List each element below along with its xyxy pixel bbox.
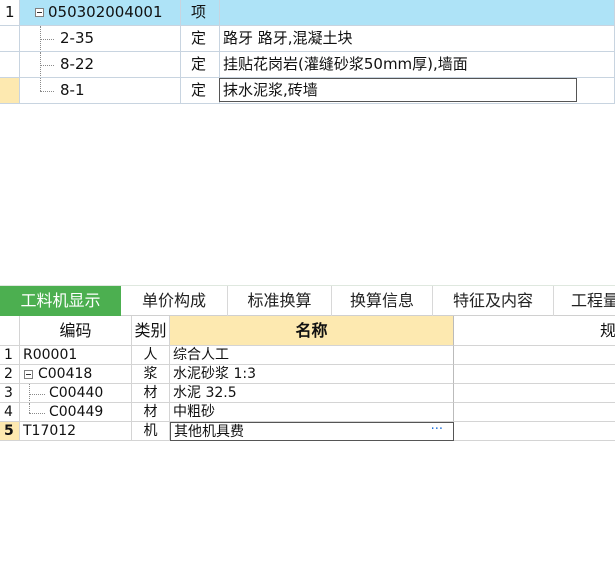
resource-code: T17012 bbox=[23, 423, 77, 439]
spec-cell[interactable] bbox=[454, 403, 615, 422]
resource-code-cell[interactable]: C00440 bbox=[20, 384, 132, 403]
spec-cell[interactable] bbox=[454, 384, 615, 403]
spec-cell[interactable] bbox=[454, 422, 615, 441]
resource-code-cell[interactable]: R00001 bbox=[20, 346, 132, 365]
resource-name[interactable]: 中粗砂 bbox=[170, 403, 454, 422]
detail-tabs: 工料机显示 单价构成 标准换算 换算信息 特征及内容 工程量 bbox=[0, 285, 615, 316]
tab-standard-conversion[interactable]: 标准换算 bbox=[228, 286, 332, 316]
item-code-cell[interactable]: 8-1 bbox=[20, 78, 181, 104]
row-number bbox=[0, 78, 20, 104]
column-header-type[interactable]: 类别 bbox=[132, 316, 170, 346]
table-row[interactable]: 4 C00449 材 中粗砂 bbox=[0, 403, 615, 422]
item-code-cell[interactable]: 8-22 bbox=[20, 52, 181, 78]
tab-features-content[interactable]: 特征及内容 bbox=[433, 286, 554, 316]
tree-line bbox=[40, 39, 54, 40]
ellipsis-button[interactable]: ··· bbox=[431, 423, 443, 439]
column-header-code[interactable]: 编码 bbox=[20, 316, 132, 346]
row-number: 2 bbox=[0, 365, 20, 384]
resource-type: 人 bbox=[132, 346, 170, 365]
resource-name: 其他机具费 bbox=[174, 424, 244, 440]
resource-name-editor[interactable]: 其他机具费 ··· bbox=[170, 422, 454, 441]
resource-type: 材 bbox=[132, 384, 170, 403]
resource-type: 浆 bbox=[132, 365, 170, 384]
table-row[interactable]: 1 050302004001 项 bbox=[0, 0, 615, 26]
item-code-cell[interactable]: 050302004001 bbox=[20, 0, 181, 26]
bill-items-grid: 1 050302004001 项 2-35 定 路牙 路牙,混凝土块 8-22 … bbox=[0, 0, 615, 104]
spec-cell[interactable] bbox=[454, 346, 615, 365]
tab-labor-material-machine[interactable]: 工料机显示 bbox=[0, 286, 121, 316]
row-number: 1 bbox=[0, 346, 20, 365]
item-name[interactable]: 路牙 路牙,混凝土块 bbox=[220, 26, 615, 52]
tree-line bbox=[29, 403, 30, 413]
item-code: 2-35 bbox=[60, 29, 95, 47]
resource-code-cell[interactable]: C00449 bbox=[20, 403, 132, 422]
item-type: 定 bbox=[181, 78, 220, 104]
table-row[interactable]: 1 R00001 人 综合人工 bbox=[0, 346, 615, 365]
collapse-icon[interactable] bbox=[35, 8, 44, 17]
row-number: 3 bbox=[0, 384, 20, 403]
resource-name[interactable]: 水泥砂浆 1:3 bbox=[170, 365, 454, 384]
tab-unit-price-composition[interactable]: 单价构成 bbox=[121, 286, 228, 316]
item-code: 050302004001 bbox=[48, 3, 163, 21]
tree-line bbox=[40, 65, 54, 66]
resource-code: R00001 bbox=[23, 347, 78, 363]
resource-type: 材 bbox=[132, 403, 170, 422]
tree-line bbox=[29, 413, 45, 414]
table-row[interactable]: 5 T17012 机 其他机具费 ··· bbox=[0, 422, 615, 441]
item-type: 项 bbox=[181, 0, 220, 26]
tree-line bbox=[29, 394, 45, 395]
resource-grid: 编码 类别 名称 规 1 R00001 人 综合人工 2 C00418 浆 水泥… bbox=[0, 316, 615, 441]
item-type: 定 bbox=[181, 26, 220, 52]
row-number bbox=[0, 26, 20, 52]
resource-code-cell[interactable]: C00418 bbox=[20, 365, 132, 384]
header-corner bbox=[0, 316, 20, 346]
item-name[interactable]: 挂贴花岗岩(灌缝砂浆50mm厚),墙面 bbox=[220, 52, 615, 78]
resource-code: C00440 bbox=[49, 385, 104, 401]
item-code-cell[interactable]: 2-35 bbox=[20, 26, 181, 52]
resource-name[interactable]: 水泥 32.5 bbox=[170, 384, 454, 403]
tab-quantity[interactable]: 工程量 bbox=[554, 286, 615, 316]
item-code: 8-22 bbox=[60, 55, 95, 73]
item-name[interactable] bbox=[220, 0, 615, 26]
column-header-name[interactable]: 名称 bbox=[170, 316, 454, 346]
table-row[interactable]: 2 C00418 浆 水泥砂浆 1:3 bbox=[0, 365, 615, 384]
table-row[interactable]: 3 C00440 材 水泥 32.5 bbox=[0, 384, 615, 403]
item-code: 8-1 bbox=[60, 81, 85, 99]
tree-line bbox=[40, 91, 54, 92]
row-number: 1 bbox=[0, 0, 20, 26]
table-row[interactable]: 8-22 定 挂贴花岗岩(灌缝砂浆50mm厚),墙面 bbox=[0, 52, 615, 78]
tree-line bbox=[40, 78, 41, 91]
cell-edit-box[interactable] bbox=[219, 78, 577, 102]
collapse-icon[interactable] bbox=[24, 370, 33, 379]
tab-conversion-info[interactable]: 换算信息 bbox=[332, 286, 433, 316]
resource-code: C00418 bbox=[38, 366, 93, 382]
table-row[interactable]: 2-35 定 路牙 路牙,混凝土块 bbox=[0, 26, 615, 52]
row-number bbox=[0, 52, 20, 78]
resource-type: 机 bbox=[132, 422, 170, 441]
row-number: 5 bbox=[0, 422, 20, 441]
row-number: 4 bbox=[0, 403, 20, 422]
item-type: 定 bbox=[181, 52, 220, 78]
spec-cell[interactable] bbox=[454, 365, 615, 384]
resource-name[interactable]: 综合人工 bbox=[170, 346, 454, 365]
resource-code-cell[interactable]: T17012 bbox=[20, 422, 132, 441]
column-header-spec[interactable]: 规 bbox=[454, 316, 615, 346]
resource-code: C00449 bbox=[49, 404, 104, 420]
